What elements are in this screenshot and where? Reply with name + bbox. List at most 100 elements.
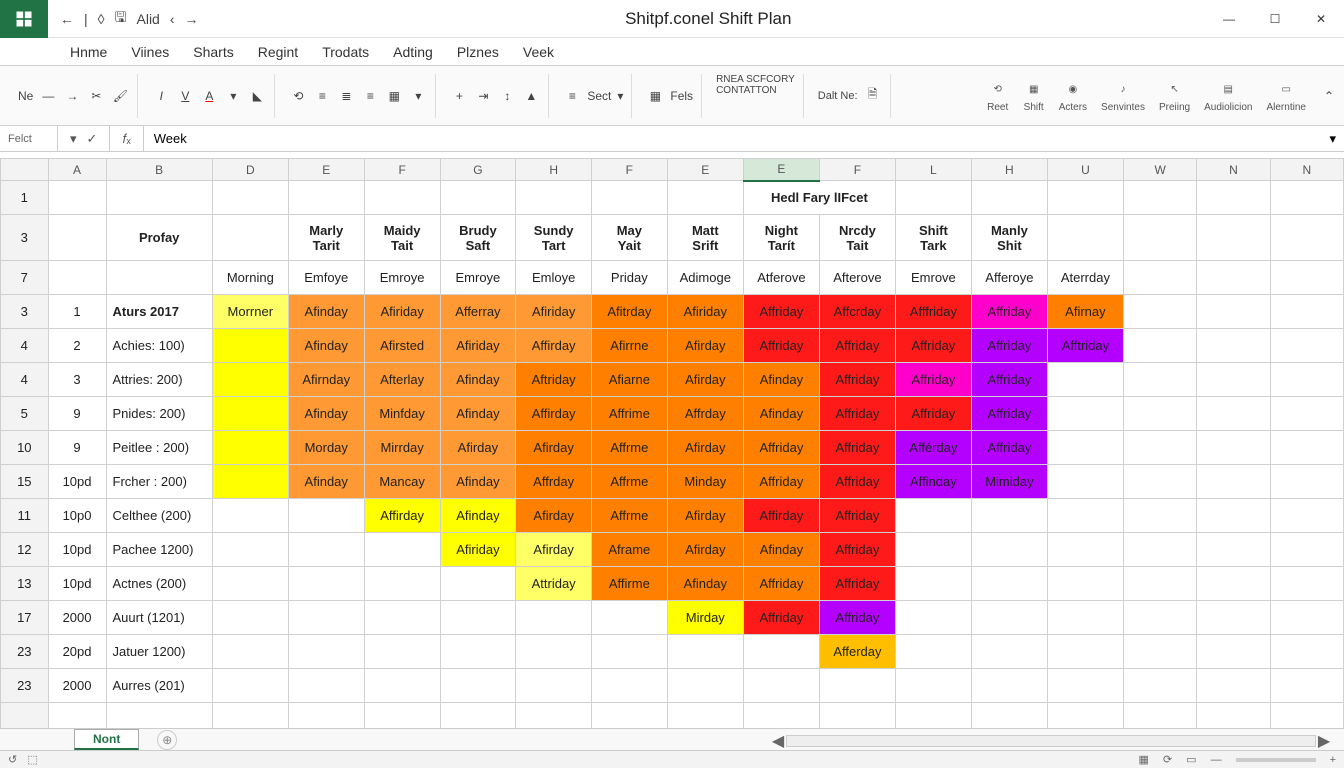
shift-cell[interactable]: Afinday: [743, 363, 819, 397]
row-header[interactable]: 3: [1, 295, 49, 329]
shift-cell[interactable]: [1047, 431, 1123, 465]
cell[interactable]: [1123, 533, 1196, 567]
dropdown-icon[interactable]: ▾: [224, 87, 242, 105]
shift-cell[interactable]: Affriday: [819, 397, 895, 431]
ribbon-tab[interactable]: Plznes: [457, 44, 499, 60]
underline-icon[interactable]: V: [176, 87, 194, 105]
shift-cell[interactable]: Afinday: [288, 329, 364, 363]
shift-cell[interactable]: Affirday: [516, 329, 592, 363]
ribbon-tab[interactable]: Trodats: [322, 44, 369, 60]
cell[interactable]: [1123, 431, 1196, 465]
shift-cell[interactable]: Afinday: [288, 397, 364, 431]
cell[interactable]: Attries: 200): [106, 363, 212, 397]
cell[interactable]: Auurt (1201): [106, 601, 212, 635]
align-left-icon[interactable]: ≡: [313, 87, 331, 105]
shift-cell[interactable]: Affrme: [592, 499, 668, 533]
zoom-slider[interactable]: [1236, 758, 1316, 762]
shift-cell[interactable]: Afférday: [895, 431, 971, 465]
shift-cell[interactable]: Affriday: [819, 499, 895, 533]
spreadsheet-grid[interactable]: ABDEFGHFEEFLHUWNN1Hedl Fary lIFcet3Profa…: [0, 158, 1344, 728]
column-header[interactable]: L: [895, 159, 971, 181]
cell[interactable]: [1123, 363, 1196, 397]
align-right-icon[interactable]: ≡: [361, 87, 379, 105]
shift-cell[interactable]: [1047, 397, 1123, 431]
shift-cell[interactable]: Affriday: [971, 295, 1047, 329]
cell[interactable]: 2000: [48, 601, 106, 635]
shift-cell[interactable]: [1047, 567, 1123, 601]
column-header[interactable]: G: [440, 159, 516, 181]
ribbon-tab[interactable]: Veek: [523, 44, 554, 60]
shift-cell[interactable]: [288, 601, 364, 635]
cell[interactable]: [1197, 329, 1270, 363]
shift-cell[interactable]: Affriday: [743, 465, 819, 499]
shift-cell[interactable]: Afirday: [516, 431, 592, 465]
shift-cell[interactable]: Affirday: [516, 397, 592, 431]
column-header[interactable]: A: [48, 159, 106, 181]
cell[interactable]: [1123, 669, 1196, 703]
shift-cell[interactable]: Afftriday: [1047, 329, 1123, 363]
indent-icon[interactable]: ⇥: [474, 87, 492, 105]
cell[interactable]: Frcher : 200): [106, 465, 212, 499]
cell[interactable]: 20pd: [48, 635, 106, 669]
close-button[interactable]: ✕: [1298, 0, 1344, 38]
shift-cell[interactable]: [288, 499, 364, 533]
shift-cell[interactable]: Afirday: [667, 533, 743, 567]
filter-icon[interactable]: ▲: [522, 87, 540, 105]
cell[interactable]: [212, 363, 288, 397]
shift-cell[interactable]: Afinday: [743, 533, 819, 567]
cell[interactable]: [212, 397, 288, 431]
shift-cell[interactable]: [1047, 465, 1123, 499]
shift-cell[interactable]: [743, 669, 819, 703]
shift-cell[interactable]: Affriday: [819, 431, 895, 465]
row-header[interactable]: 15: [1, 465, 49, 499]
redo-icon[interactable]: →: [185, 11, 199, 27]
cancel-icon[interactable]: ▾: [70, 131, 77, 147]
cell[interactable]: [1270, 329, 1343, 363]
shift-cell[interactable]: Affriday: [819, 329, 895, 363]
shift-cell[interactable]: Mirday: [667, 601, 743, 635]
row-header[interactable]: 23: [1, 669, 49, 703]
undo-icon[interactable]: ‹: [170, 11, 175, 27]
shift-cell[interactable]: [364, 601, 440, 635]
column-header[interactable]: W: [1123, 159, 1196, 181]
cell[interactable]: [1270, 397, 1343, 431]
column-header[interactable]: E: [288, 159, 364, 181]
cell[interactable]: [1123, 329, 1196, 363]
align-center-icon[interactable]: ≣: [337, 87, 355, 105]
shift-cell[interactable]: Affrime: [592, 397, 668, 431]
cell[interactable]: [1270, 669, 1343, 703]
shift-cell[interactable]: Afirday: [667, 329, 743, 363]
zoom-out-icon[interactable]: —: [1211, 754, 1222, 766]
scroll-right-icon[interactable]: ▶: [1316, 734, 1332, 748]
shift-cell[interactable]: Affriday: [971, 329, 1047, 363]
row-header[interactable]: 3: [1, 215, 49, 261]
shift-cell[interactable]: Afinday: [288, 295, 364, 329]
ribbon-tool[interactable]: ◉Acters: [1059, 78, 1087, 113]
shift-cell[interactable]: Affriday: [819, 601, 895, 635]
shift-cell[interactable]: Affriday: [895, 329, 971, 363]
shift-cell[interactable]: [1047, 499, 1123, 533]
shift-cell[interactable]: Aftriday: [516, 363, 592, 397]
cell[interactable]: 1: [48, 295, 106, 329]
shift-cell[interactable]: Affriday: [819, 567, 895, 601]
shift-cell[interactable]: [364, 669, 440, 703]
shift-cell[interactable]: [516, 669, 592, 703]
shift-cell[interactable]: [819, 669, 895, 703]
shift-cell[interactable]: Morday: [288, 431, 364, 465]
cell[interactable]: 10pd: [48, 567, 106, 601]
ribbon-tool[interactable]: ⟲Reet: [987, 78, 1009, 113]
cell[interactable]: [212, 533, 288, 567]
shift-cell[interactable]: Aframe: [592, 533, 668, 567]
shift-cell[interactable]: Minday: [667, 465, 743, 499]
shift-cell[interactable]: [288, 635, 364, 669]
shift-cell[interactable]: Affriday: [971, 363, 1047, 397]
cell[interactable]: [1197, 431, 1270, 465]
shift-cell[interactable]: Afirnday: [288, 363, 364, 397]
column-header[interactable]: U: [1047, 159, 1123, 181]
shift-cell[interactable]: [895, 601, 971, 635]
shift-cell[interactable]: [440, 567, 516, 601]
shift-cell[interactable]: [592, 601, 668, 635]
cell[interactable]: [1197, 567, 1270, 601]
cell[interactable]: [1270, 465, 1343, 499]
shift-cell[interactable]: Affriday: [819, 363, 895, 397]
